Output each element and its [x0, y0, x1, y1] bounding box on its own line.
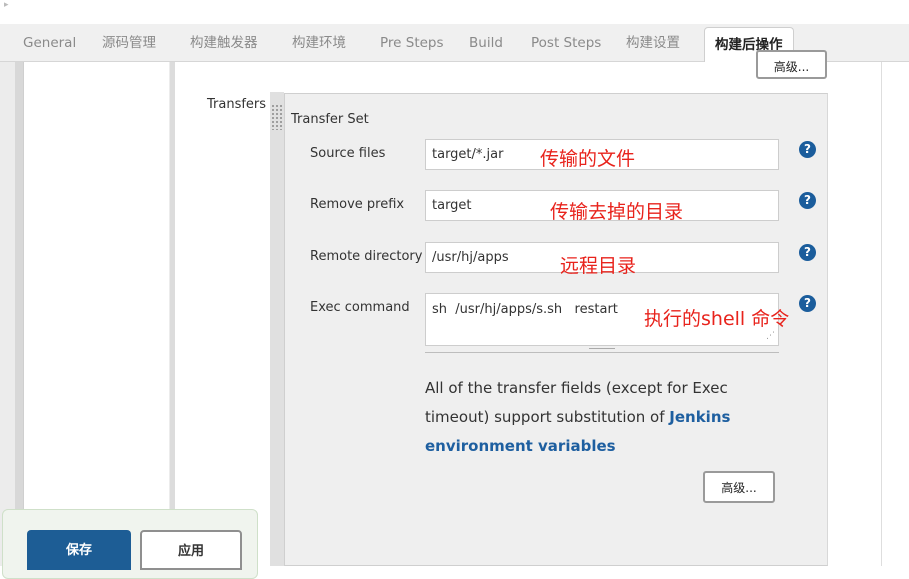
annotation-source-files: 传输的文件 — [540, 148, 636, 170]
drag-handle[interactable] — [270, 92, 284, 566]
advanced-button[interactable]: 高级... — [703, 471, 775, 503]
collapse-arrow-icon: ▸ — [4, 0, 9, 10]
top-strip: ▸ — [0, 0, 909, 24]
resize-corner-icon[interactable]: ⋰ — [766, 331, 775, 341]
exec-command-label: Exec command — [310, 300, 410, 315]
annotation-remote-directory: 远程目录 — [560, 255, 637, 277]
tab-pre-steps[interactable]: Pre Steps — [380, 24, 444, 62]
textarea-resize-grip[interactable] — [425, 346, 779, 353]
content-right-edge — [881, 62, 882, 566]
tab-general[interactable]: General — [23, 24, 76, 62]
remote-directory-help-icon[interactable]: ? — [799, 244, 816, 261]
tab-build-environment[interactable]: 构建环境 — [292, 24, 346, 62]
remote-directory-label: Remote directory — [310, 249, 423, 264]
remove-prefix-label: Remove prefix — [310, 197, 405, 212]
substitution-info: All of the transfer fields (except for E… — [425, 374, 785, 461]
transfer-set-title: Transfer Set — [291, 112, 369, 127]
source-files-label: Source files — [310, 146, 386, 161]
tab-build-settings[interactable]: 构建设置 — [626, 24, 680, 62]
annotation-exec-command: 执行的shell 命令 — [644, 308, 790, 330]
transfers-label: Transfers — [207, 97, 267, 112]
tab-build[interactable]: Build — [469, 24, 503, 62]
left-inner-panel — [23, 62, 169, 566]
annotation-remove-prefix: 传输去掉的目录 — [550, 201, 684, 223]
remove-prefix-help-icon[interactable]: ? — [799, 192, 816, 209]
apply-button[interactable]: 应用 — [140, 530, 242, 570]
save-button[interactable]: 保存 — [27, 530, 131, 570]
exec-command-help-icon[interactable]: ? — [799, 295, 816, 312]
drag-handle-icon — [271, 104, 283, 130]
tab-build-triggers[interactable]: 构建触发器 — [190, 24, 258, 62]
advanced-button-top[interactable]: 高级... — [756, 50, 827, 79]
section-rail — [170, 62, 175, 566]
left-rail — [15, 62, 23, 566]
tab-post-steps[interactable]: Post Steps — [531, 24, 601, 62]
source-files-help-icon[interactable]: ? — [799, 141, 816, 158]
tab-source-code-management[interactable]: 源码管理 — [102, 24, 156, 62]
